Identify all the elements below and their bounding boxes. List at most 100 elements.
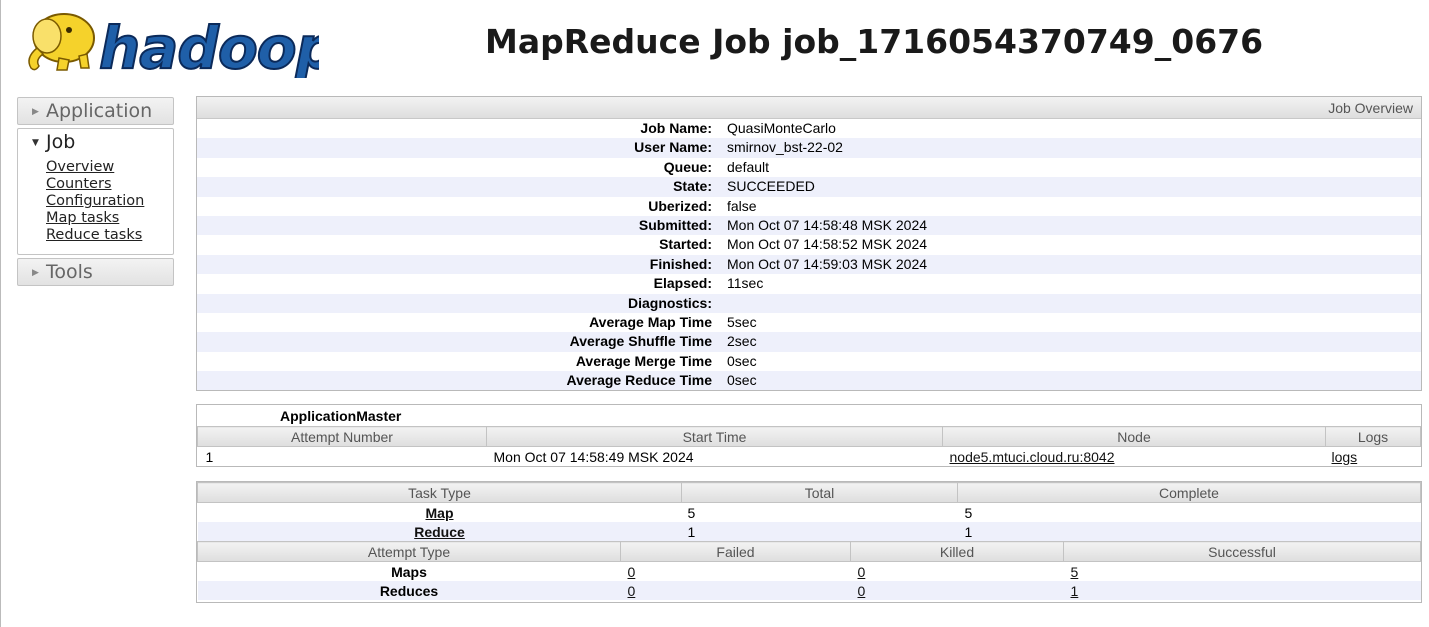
nav-head-job[interactable]: ▼ Job xyxy=(18,129,173,155)
table-row: 1 Mon Oct 07 14:58:49 MSK 2024 node5.mtu… xyxy=(198,447,1421,467)
job-overview-header: Job Overview xyxy=(197,97,1421,119)
page: hadoop MapReduce Job job_1716054370749_0… xyxy=(0,0,1427,627)
col-total[interactable]: Total xyxy=(681,482,958,503)
reduces-killed-link[interactable]: 0 xyxy=(858,583,866,599)
job-overview-panel: Job Overview Job Name: QuasiMonteCarlo Use… xyxy=(196,96,1422,391)
sidebar: ▶ Application ▼ Job Overview Counters Conf… xyxy=(17,97,174,289)
nav-section-application[interactable]: ▶ Application xyxy=(17,97,174,125)
overview-row: Average Shuffle Time 2sec xyxy=(197,332,1421,352)
col-task-type[interactable]: Task Type xyxy=(197,482,682,503)
overview-label: Average Shuffle Time xyxy=(569,333,712,350)
col-attempt-number[interactable]: Attempt Number xyxy=(197,426,487,447)
table-row: Maps 0 0 5 xyxy=(198,562,1421,582)
reduce-complete: 1 xyxy=(957,522,1421,541)
overview-row: Average Merge Time 0sec xyxy=(197,352,1421,371)
application-master-panel: ApplicationMaster Attempt Number Start T… xyxy=(196,404,1422,467)
col-start-time[interactable]: Start Time xyxy=(486,426,943,447)
nav-link-overview[interactable]: Overview xyxy=(46,159,173,176)
overview-label: Average Map Time xyxy=(589,313,712,330)
overview-label: Finished: xyxy=(649,255,712,272)
overview-row: Finished: Mon Oct 07 14:59:03 MSK 2024 xyxy=(197,254,1421,275)
overview-value: Mon Oct 07 14:58:48 MSK 2024 xyxy=(727,216,928,233)
overview-value: 2sec xyxy=(727,333,757,350)
col-node[interactable]: Node xyxy=(942,426,1326,447)
overview-row: Queue: default xyxy=(197,158,1421,177)
attempt-number: 1 xyxy=(205,448,214,465)
page-title: MapReduce Job job_1716054370749_0676 xyxy=(485,22,1264,61)
overview-label: Elapsed: xyxy=(653,275,712,292)
overview-row: Average Map Time 5sec xyxy=(197,313,1421,332)
task-type-reduce-link[interactable]: Reduce xyxy=(414,524,465,540)
overview-value: 0sec xyxy=(727,372,757,389)
overview-row: Uberized: false xyxy=(197,197,1421,216)
job-links: Overview Counters Configuration Map task… xyxy=(18,155,173,254)
attempt-type-maps: Maps xyxy=(391,563,427,580)
map-complete: 5 xyxy=(964,504,973,521)
col-successful[interactable]: Successful xyxy=(1063,541,1421,562)
overview-label: Average Reduce Time xyxy=(566,372,712,389)
maps-killed-link[interactable]: 0 xyxy=(858,564,866,580)
nav-label: Job xyxy=(46,131,76,153)
triangle-down-icon: ▼ xyxy=(32,138,39,148)
table-row: Reduces 0 0 1 xyxy=(197,581,1421,600)
overview-value: Mon Oct 07 14:58:52 MSK 2024 xyxy=(727,236,928,253)
overview-value: 5sec xyxy=(727,313,757,330)
nav-link-counters[interactable]: Counters xyxy=(46,176,173,193)
nav-head-tools[interactable]: ▶ Tools xyxy=(18,259,173,285)
overview-value: 0sec xyxy=(727,352,757,369)
overview-value: Mon Oct 07 14:59:03 MSK 2024 xyxy=(727,255,928,272)
col-failed[interactable]: Failed xyxy=(620,541,851,562)
table-row: Map 5 5 xyxy=(198,503,1421,523)
triangle-right-icon: ▶ xyxy=(32,107,39,117)
overview-label: Submitted: xyxy=(638,216,712,233)
overview-label: State: xyxy=(673,178,712,195)
maps-failed-link[interactable]: 0 xyxy=(628,564,636,580)
overview-value: 11sec xyxy=(727,275,764,292)
overview-label: Started: xyxy=(659,236,712,253)
overview-row: Elapsed: 11sec xyxy=(197,274,1421,293)
application-master-title: ApplicationMaster xyxy=(280,408,402,424)
overview-row: Submitted: Mon Oct 07 14:58:48 MSK 2024 xyxy=(197,215,1421,236)
logs-link[interactable]: logs xyxy=(1332,449,1358,465)
job-overview-rows: Job Name: QuasiMonteCarlo User Name: smirno… xyxy=(197,119,1421,391)
col-attempt-type[interactable]: Attempt Type xyxy=(197,541,621,562)
overview-label: Diagnostics: xyxy=(627,294,712,311)
overview-row: Job Name: QuasiMonteCarlo xyxy=(197,119,1421,138)
reduce-total: 1 xyxy=(681,522,958,541)
col-logs[interactable]: Logs xyxy=(1325,426,1421,447)
logo-text: hadoop xyxy=(99,14,319,78)
overview-value: QuasiMonteCarlo xyxy=(727,120,836,136)
application-master-table: Attempt Number Start Time Node Logs 1 Mo… xyxy=(197,426,1421,466)
overview-value: smirnov_bst-22-02 xyxy=(727,139,843,156)
nav-label: Tools xyxy=(46,261,93,283)
header: hadoop MapReduce Job job_1716054370749_0… xyxy=(1,0,1429,90)
attempt-type-table: Attempt Type Failed Killed Successful Ma… xyxy=(197,541,1421,600)
nav-link-map-tasks[interactable]: Map tasks xyxy=(46,210,173,227)
overview-value: false xyxy=(727,197,757,214)
nav-section-tools[interactable]: ▶ Tools xyxy=(17,258,174,286)
task-type-map-link[interactable]: Map xyxy=(426,505,454,521)
nav-link-reduce-tasks[interactable]: Reduce tasks xyxy=(46,227,173,244)
overview-value: default xyxy=(727,158,770,175)
nav-link-configuration[interactable]: Configuration xyxy=(46,193,173,210)
table-row: Reduce 1 1 xyxy=(197,522,1421,541)
task-type-table: Task Type Total Complete Map 5 5 Reduce … xyxy=(197,482,1421,541)
nav-head-application[interactable]: ▶ Application xyxy=(18,98,173,124)
node-link[interactable]: node5.mtuci.cloud.ru:8042 xyxy=(950,449,1115,465)
overview-row: Average Reduce Time 0sec xyxy=(197,371,1421,391)
nav-section-job[interactable]: ▼ Job Overview Counters Configuration Map… xyxy=(17,128,174,255)
col-killed[interactable]: Killed xyxy=(850,541,1064,562)
attempt-type-reduces: Reduces xyxy=(197,581,621,600)
reduces-successful-link[interactable]: 1 xyxy=(1071,583,1079,599)
hadoop-logo[interactable]: hadoop xyxy=(19,2,319,78)
col-complete[interactable]: Complete xyxy=(957,482,1421,503)
start-time: Mon Oct 07 14:58:49 MSK 2024 xyxy=(493,448,694,465)
overview-row: Diagnostics: xyxy=(197,293,1421,313)
reduces-failed-link[interactable]: 0 xyxy=(628,583,636,599)
elephant-icon xyxy=(28,13,95,71)
maps-successful-link[interactable]: 5 xyxy=(1071,564,1079,580)
overview-row: User Name: smirnov_bst-22-02 xyxy=(197,138,1421,158)
map-total: 5 xyxy=(687,504,696,521)
tasks-panel: Task Type Total Complete Map 5 5 Reduce … xyxy=(196,481,1422,603)
overview-label: Uberized: xyxy=(648,197,712,214)
